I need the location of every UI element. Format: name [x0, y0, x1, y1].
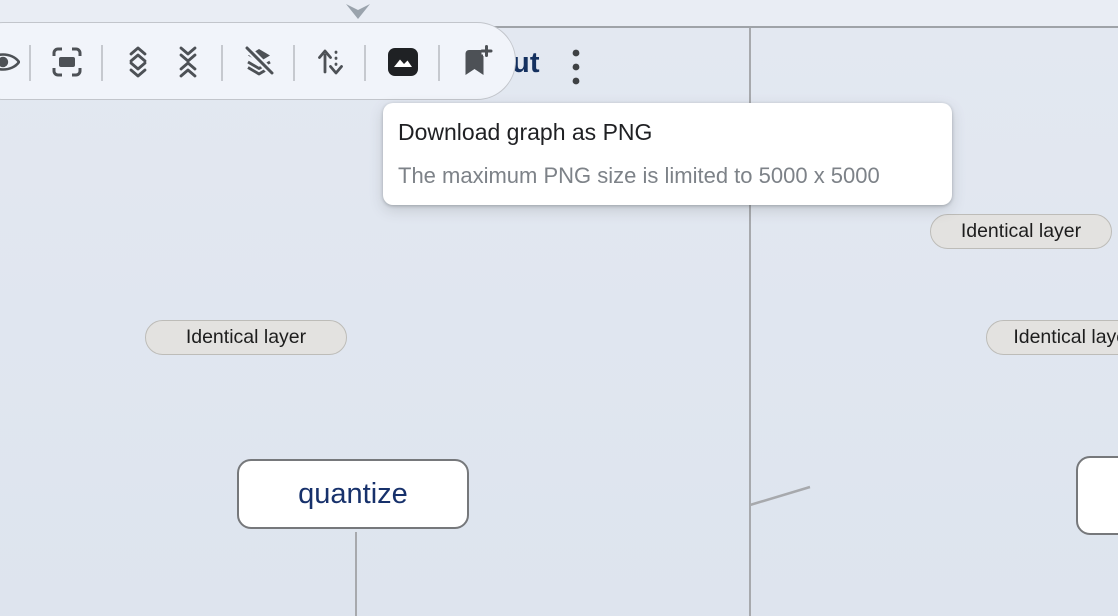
trace-io-button[interactable]	[308, 40, 352, 84]
collapse-all-icon	[171, 45, 205, 79]
zoom-to-fit-button[interactable]	[45, 40, 89, 84]
download-png-icon	[385, 44, 421, 80]
trace-io-icon	[313, 45, 347, 79]
identical-layer-badge: Identical layer	[986, 320, 1118, 355]
edge-arrowhead-icon	[346, 4, 370, 19]
download-png-tooltip: Download graph as PNG The maximum PNG si…	[383, 103, 952, 205]
toolbar-separator	[438, 45, 440, 81]
expand-all-button[interactable]	[116, 40, 160, 84]
collapse-all-button[interactable]	[166, 40, 210, 84]
op-node-clipped[interactable]	[1076, 456, 1118, 535]
model-graph-canvas: ut dens einsum Identical layer	[0, 0, 1118, 616]
identical-layer-badge: Identical layer	[145, 320, 347, 355]
fit-screen-icon	[49, 44, 85, 80]
toolbar-separator	[293, 45, 295, 81]
op-node-quantize[interactable]: quantize	[237, 459, 469, 529]
toolbar-separator	[221, 45, 223, 81]
parent-layer-menu-icon[interactable]	[570, 48, 582, 88]
add-bookmark-icon	[458, 44, 494, 80]
toolbar-separator	[29, 45, 31, 81]
expand-all-icon	[121, 45, 155, 79]
add-bookmark-button[interactable]	[454, 40, 498, 84]
toolbar-separator	[364, 45, 366, 81]
flatten-layers-icon	[241, 44, 277, 80]
visibility-button[interactable]	[0, 40, 25, 84]
tooltip-subtitle: The maximum PNG size is limited to 5000 …	[398, 163, 880, 189]
eye-icon	[0, 45, 20, 79]
parent-layer-title: ut	[512, 47, 540, 80]
identical-layer-badge: Identical layer	[930, 214, 1112, 249]
graph-toolbar	[0, 22, 516, 100]
flatten-layers-button[interactable]	[237, 40, 281, 84]
download-png-button[interactable]	[381, 40, 425, 84]
op-node-label: quantize	[298, 478, 408, 511]
tooltip-title: Download graph as PNG	[398, 119, 652, 146]
toolbar-separator	[101, 45, 103, 81]
